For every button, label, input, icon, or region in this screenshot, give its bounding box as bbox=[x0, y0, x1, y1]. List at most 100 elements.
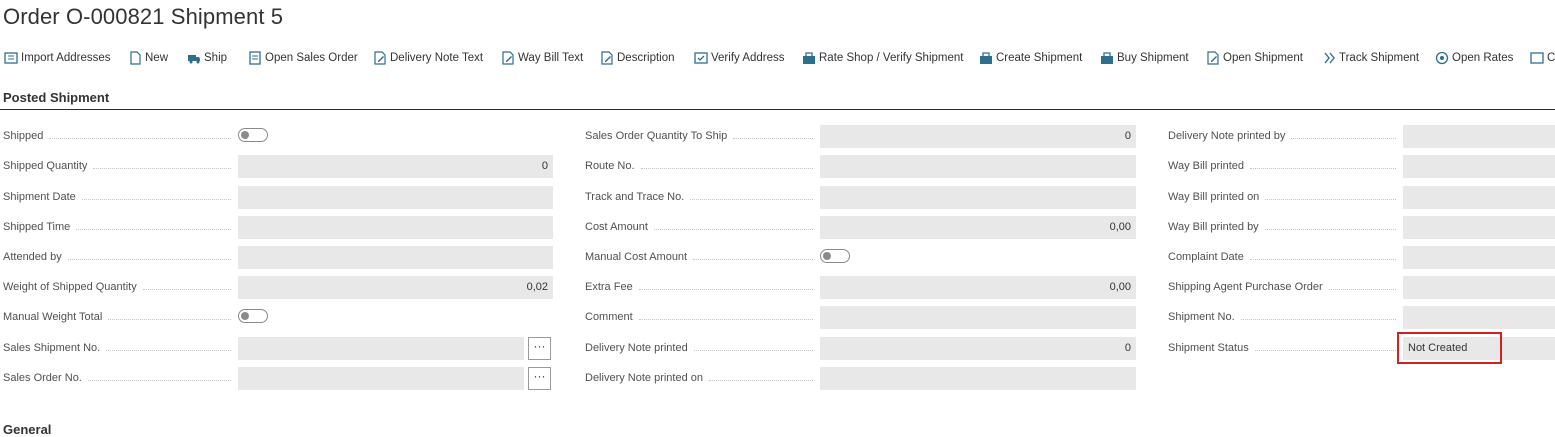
description-button[interactable]: Description bbox=[600, 50, 675, 66]
sales-order-no-value[interactable] bbox=[238, 367, 524, 390]
field-shipment-date: Shipment Date bbox=[3, 186, 553, 209]
field-way-bill-printed: Way Bill printed bbox=[1168, 155, 1555, 178]
field-label: Weight of Shipped Quantity bbox=[3, 281, 137, 293]
field-label: Shipped bbox=[3, 130, 44, 142]
field-manual-weight-total: Manual Weight Total bbox=[3, 306, 273, 329]
shipment-status-highlight bbox=[1397, 332, 1502, 364]
way-bill-printed-by-value[interactable] bbox=[1403, 216, 1555, 239]
field-label: Route No. bbox=[585, 160, 635, 172]
create-shipment-button[interactable]: Create Shipment bbox=[979, 50, 1082, 66]
delivery-note-printed-by-value[interactable] bbox=[1403, 125, 1555, 148]
track-shipment-label: Track Shipment bbox=[1339, 52, 1420, 64]
new-button[interactable]: New bbox=[128, 50, 168, 66]
manual-weight-total-toggle[interactable] bbox=[238, 309, 268, 323]
edit-text-icon bbox=[600, 51, 614, 65]
open-shipment-label: Open Shipment bbox=[1223, 52, 1303, 64]
field-comment: Comment bbox=[585, 306, 1136, 329]
field-label: Shipped Time bbox=[3, 221, 71, 233]
field-label: Cost Amount bbox=[585, 221, 648, 233]
ship-label: Ship bbox=[204, 52, 228, 64]
sales-order-no-lookup-button[interactable]: ··· bbox=[528, 367, 551, 390]
field-delivery-note-printed-by: Delivery Note printed by bbox=[1168, 125, 1555, 148]
comment-value[interactable] bbox=[820, 306, 1136, 329]
rate-shop-verify-shipment-label: Rate Shop / Verify Shipment bbox=[819, 52, 964, 64]
field-label: Way Bill printed on bbox=[1168, 191, 1260, 203]
toggle-knob bbox=[241, 131, 249, 139]
way-bill-printed-on-value[interactable] bbox=[1403, 186, 1555, 209]
delivery-note-printed-value[interactable]: 0 bbox=[820, 337, 1136, 360]
field-sales-shipment-no: Sales Shipment No. ··· bbox=[3, 337, 553, 360]
open-rates-button[interactable]: Open Rates bbox=[1435, 50, 1513, 66]
field-manual-cost-amount: Manual Cost Amount bbox=[585, 246, 855, 269]
way-bill-printed-value[interactable] bbox=[1403, 155, 1555, 178]
new-label: New bbox=[145, 52, 169, 64]
verify-address-icon bbox=[694, 51, 708, 65]
ship-icon bbox=[187, 51, 201, 65]
track-shipment-button[interactable]: Track Shipment bbox=[1322, 50, 1419, 66]
shipping-agent-purchase-order-value[interactable] bbox=[1403, 276, 1555, 299]
section-divider bbox=[0, 109, 1555, 110]
shipment-no-value[interactable] bbox=[1403, 306, 1555, 329]
open-shipment-button[interactable]: Open Shipment bbox=[1206, 50, 1303, 66]
field-label: Delivery Note printed by bbox=[1168, 130, 1286, 142]
field-label: Manual Cost Amount bbox=[585, 251, 688, 263]
sales-shipment-no-value[interactable] bbox=[238, 337, 524, 360]
way-bill-text-label: Way Bill Text bbox=[518, 52, 584, 64]
shipment-date-value[interactable] bbox=[238, 186, 553, 209]
new-icon bbox=[128, 51, 142, 65]
shipped-toggle[interactable] bbox=[238, 128, 268, 142]
field-label: Shipment Date bbox=[3, 191, 76, 203]
buy-shipment-icon bbox=[1100, 51, 1114, 65]
route-no-value[interactable] bbox=[820, 155, 1136, 178]
buy-shipment-label: Buy Shipment bbox=[1117, 52, 1189, 64]
field-label: Sales Order Quantity To Ship bbox=[585, 130, 728, 142]
edit-text-icon bbox=[501, 51, 515, 65]
attended-by-value[interactable] bbox=[238, 246, 553, 269]
delivery-note-printed-on-value[interactable] bbox=[820, 367, 1136, 390]
field-label: Shipping Agent Purchase Order bbox=[1168, 281, 1323, 293]
field-shipping-agent-purchase-order: Shipping Agent Purchase Order bbox=[1168, 276, 1555, 299]
open-sales-order-icon bbox=[248, 51, 262, 65]
import-addresses-button[interactable]: Import Addresses bbox=[4, 50, 110, 66]
field-label: Way Bill printed bbox=[1168, 160, 1245, 172]
track-trace-no-value[interactable] bbox=[820, 186, 1136, 209]
open-rates-label: Open Rates bbox=[1452, 52, 1514, 64]
field-label: Delivery Note printed on bbox=[585, 372, 704, 384]
ship-button[interactable]: Ship bbox=[187, 50, 227, 66]
shipped-quantity-value[interactable]: 0 bbox=[238, 155, 553, 178]
shipped-time-value[interactable] bbox=[238, 216, 553, 239]
field-way-bill-printed-by: Way Bill printed by bbox=[1168, 216, 1555, 239]
complaint-date-value[interactable] bbox=[1403, 246, 1555, 269]
field-label: Attended by bbox=[3, 251, 62, 263]
sales-shipment-no-lookup-button[interactable]: ··· bbox=[528, 337, 551, 360]
toggle-knob bbox=[241, 312, 249, 320]
field-weight-shipped-quantity: Weight of Shipped Quantity 0,02 bbox=[3, 276, 553, 299]
weight-shipped-quantity-value[interactable]: 0,02 bbox=[238, 276, 553, 299]
extra-fee-value[interactable]: 0,00 bbox=[820, 276, 1136, 299]
delivery-note-text-button[interactable]: Delivery Note Text bbox=[373, 50, 483, 66]
field-complaint-date: Complaint Date bbox=[1168, 246, 1555, 269]
field-label: Complaint Date bbox=[1168, 251, 1244, 263]
section-title-posted-shipment: Posted Shipment bbox=[3, 90, 110, 105]
page-title: Order O-000821 Shipment 5 bbox=[3, 4, 284, 29]
create-shipment-label: Create Shipment bbox=[996, 52, 1083, 64]
so-quantity-to-ship-value[interactable]: 0 bbox=[820, 125, 1136, 148]
field-attended-by: Attended by bbox=[3, 246, 553, 269]
import-addresses-label: Import Addresses bbox=[21, 52, 111, 64]
field-route-no: Route No. bbox=[585, 155, 1136, 178]
verify-address-button[interactable]: Verify Address bbox=[694, 50, 785, 66]
field-label: Extra Fee bbox=[585, 281, 633, 293]
open-sales-order-button[interactable]: Open Sales Order bbox=[248, 50, 358, 66]
manual-cost-amount-toggle[interactable] bbox=[820, 249, 850, 263]
create-shipment-icon bbox=[979, 51, 993, 65]
cost-amount-value[interactable]: 0,00 bbox=[820, 216, 1136, 239]
way-bill-text-button[interactable]: Way Bill Text bbox=[501, 50, 583, 66]
field-label: Sales Shipment No. bbox=[3, 342, 101, 354]
delivery-note-text-label: Delivery Note Text bbox=[390, 52, 484, 64]
buy-shipment-button[interactable]: Buy Shipment bbox=[1100, 50, 1189, 66]
open-sales-order-label: Open Sales Order bbox=[265, 52, 358, 64]
field-extra-fee: Extra Fee 0,00 bbox=[585, 276, 1136, 299]
more-actions-button[interactable]: C bbox=[1530, 50, 1555, 66]
rate-shop-verify-shipment-button[interactable]: Rate Shop / Verify Shipment bbox=[802, 50, 963, 66]
field-sales-order-no: Sales Order No. ··· bbox=[3, 367, 553, 390]
